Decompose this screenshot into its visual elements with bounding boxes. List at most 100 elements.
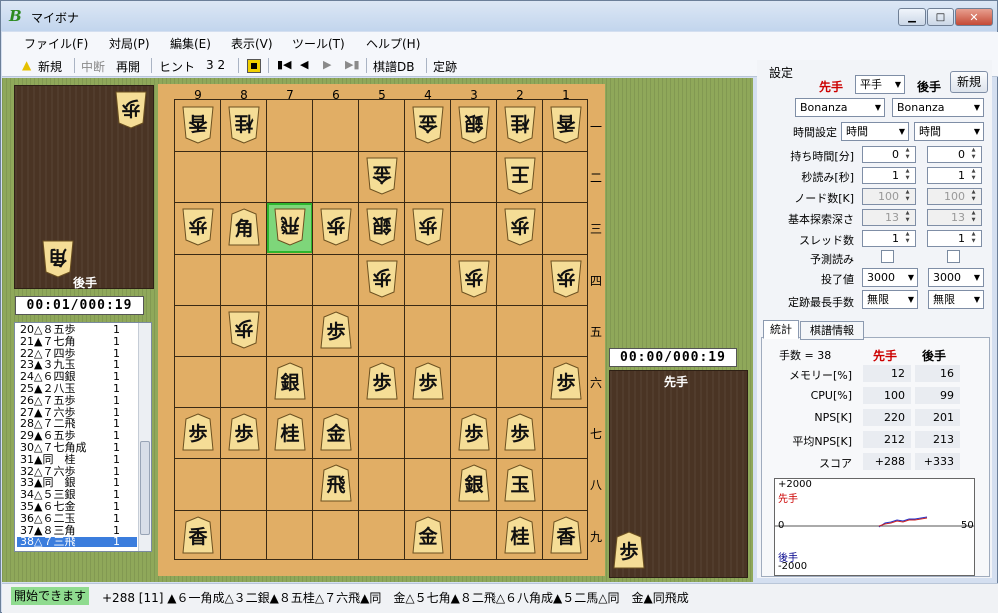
gote-piece[interactable]: 金 xyxy=(412,106,444,144)
kifu-scrollbar[interactable] xyxy=(138,323,151,551)
sente-piece[interactable]: 香 xyxy=(182,516,214,554)
setting-sente-spinner[interactable]: 13 xyxy=(862,209,916,226)
joseki-button[interactable]: 定跡 xyxy=(433,58,457,75)
menu-file[interactable]: ファイル(F) xyxy=(24,35,88,52)
sente-piece[interactable]: 歩 xyxy=(458,413,490,451)
sente-piece[interactable]: 歩 xyxy=(550,362,582,400)
setting-sente-spinner[interactable]: 1 xyxy=(862,167,916,184)
setting-sente-spinner[interactable]: 1 xyxy=(862,230,916,247)
kifu-row[interactable]: 24△６四銀 1 xyxy=(20,371,120,382)
setting-gote-spinner[interactable]: 0 xyxy=(927,146,982,163)
hand-piece[interactable]: 歩 xyxy=(115,91,147,129)
maximize-button[interactable]: □ xyxy=(927,8,954,26)
menu-edit[interactable]: 編集(E) xyxy=(170,35,211,52)
sente-piece[interactable]: 歩 xyxy=(412,362,444,400)
last-move-icon[interactable]: ▶▮ xyxy=(345,58,360,71)
kifu-row[interactable]: 33▲同 銀1 xyxy=(20,477,120,488)
yosoku-sente-checkbox[interactable] xyxy=(881,250,894,263)
kifu-db-button[interactable]: 棋譜DB xyxy=(373,58,414,75)
gote-piece[interactable]: 歩 xyxy=(504,208,536,246)
setting-sente-spinner[interactable]: 0 xyxy=(862,146,916,163)
menu-help[interactable]: ヘルプ(H) xyxy=(366,35,420,52)
kifu-row[interactable]: 37▲８三角 1 xyxy=(20,525,120,536)
gote-piece[interactable]: 桂 xyxy=(504,106,536,144)
gote-piece[interactable]: 香 xyxy=(550,106,582,144)
engine-gote-select[interactable]: Bonanza xyxy=(892,98,984,117)
sente-piece[interactable]: 桂 xyxy=(274,413,306,451)
first-move-icon[interactable]: ▮◀ xyxy=(277,58,292,71)
kifu-row[interactable]: 20△８五歩 1 xyxy=(20,324,120,335)
new-game-button[interactable]: 新規 xyxy=(38,58,62,75)
sente-piece[interactable]: 桂 xyxy=(504,516,536,554)
kifu-row[interactable]: 25▲２八玉 1 xyxy=(20,383,120,394)
tab-kifu-info[interactable]: 棋譜情報 xyxy=(800,321,864,340)
kifu-row[interactable]: 23▲３九玉 1 xyxy=(20,359,120,370)
sente-piece[interactable]: 銀 xyxy=(274,362,306,400)
gote-piece[interactable]: 歩 xyxy=(366,260,398,298)
kifu-row[interactable]: 34△５三銀 1 xyxy=(20,489,120,500)
gote-piece[interactable]: 歩 xyxy=(412,208,444,246)
tab-stats[interactable]: 統計 xyxy=(763,320,799,339)
sente-piece[interactable]: 銀 xyxy=(458,464,490,502)
hand-piece[interactable]: 歩 xyxy=(613,531,645,569)
resign-sente-select[interactable]: 3000 xyxy=(862,268,918,287)
prev-move-icon[interactable]: ◀ xyxy=(300,58,308,71)
setting-gote-spinner[interactable]: 1 xyxy=(927,167,982,184)
kifu-list[interactable]: 20△８五歩 1 21▲７七角 1 22△７四歩 1 23▲３九玉 1 24△６四銀 1 25▲２八… xyxy=(14,322,152,552)
interrupt-button[interactable]: 中断 xyxy=(81,58,105,75)
sente-piece[interactable]: 歩 xyxy=(182,413,214,451)
menu-view[interactable]: 表示(V) xyxy=(231,35,273,52)
setting-sente-spinner[interactable]: 100 xyxy=(862,188,916,205)
next-move-icon[interactable]: ▶ xyxy=(323,58,331,71)
kifu-row[interactable]: 22△７四歩 1 xyxy=(20,348,120,359)
sente-piece[interactable]: 金 xyxy=(320,413,352,451)
sente-piece[interactable]: 角 xyxy=(228,208,260,246)
handicap-select[interactable]: 平手 xyxy=(855,75,905,94)
menu-tools[interactable]: ツール(T) xyxy=(292,35,345,52)
new-settings-button[interactable]: 新規 xyxy=(950,71,988,93)
gote-piece[interactable]: 歩 xyxy=(320,208,352,246)
sente-piece[interactable]: 歩 xyxy=(504,413,536,451)
gote-piece[interactable]: 香 xyxy=(182,106,214,144)
gote-piece[interactable]: 歩 xyxy=(182,208,214,246)
gote-piece[interactable]: 銀 xyxy=(366,208,398,246)
kifu-row[interactable]: 26△７五歩 1 xyxy=(20,395,120,406)
gote-piece[interactable]: 飛 xyxy=(274,208,306,246)
setting-gote-spinner[interactable]: 100 xyxy=(927,188,982,205)
sente-piece[interactable]: 歩 xyxy=(366,362,398,400)
time-gote-select[interactable]: 時間 xyxy=(914,122,984,141)
setting-gote-spinner[interactable]: 13 xyxy=(927,209,982,226)
resign-gote-select[interactable]: 3000 xyxy=(928,268,984,287)
sente-piece[interactable]: 玉 xyxy=(504,464,536,502)
kifu-row[interactable]: 29▲６五歩 1 xyxy=(20,430,120,441)
kifu-row[interactable]: 21▲７七角 1 xyxy=(20,336,120,347)
time-sente-select[interactable]: 時間 xyxy=(841,122,909,141)
sente-piece[interactable]: 金 xyxy=(412,516,444,554)
kifu-row[interactable]: 27▲７六歩 1 xyxy=(20,407,120,418)
gote-piece[interactable]: 歩 xyxy=(458,260,490,298)
scroll-thumb[interactable] xyxy=(140,441,150,535)
gote-piece[interactable]: 金 xyxy=(366,157,398,195)
setting-gote-spinner[interactable]: 1 xyxy=(927,230,982,247)
gote-piece[interactable]: 歩 xyxy=(228,311,260,349)
joseki-sente-select[interactable]: 無限 xyxy=(862,290,918,309)
sente-piece[interactable]: 飛 xyxy=(320,464,352,502)
kifu-row[interactable]: 30△７七角成 1 xyxy=(20,442,120,453)
stop-button[interactable] xyxy=(247,59,261,73)
kifu-row[interactable]: 28△７二飛 1 xyxy=(20,418,120,429)
kifu-row[interactable]: 38△７三飛 1 xyxy=(17,536,137,548)
resume-button[interactable]: 再開 xyxy=(116,58,140,75)
joseki-gote-select[interactable]: 無限 xyxy=(928,290,984,309)
kifu-row[interactable]: 31▲同 桂1 xyxy=(20,454,120,465)
sente-piece[interactable]: 歩 xyxy=(320,311,352,349)
gote-piece[interactable]: 銀 xyxy=(458,106,490,144)
close-button[interactable]: ✕ xyxy=(955,8,993,26)
hand-piece[interactable]: 角 xyxy=(42,240,74,278)
sente-piece[interactable]: 香 xyxy=(550,516,582,554)
hint-button[interactable]: ヒント xyxy=(159,58,195,75)
sente-piece[interactable]: 歩 xyxy=(228,413,260,451)
gote-piece[interactable]: 桂 xyxy=(228,106,260,144)
yosoku-gote-checkbox[interactable] xyxy=(947,250,960,263)
kifu-row[interactable]: 36△６二玉 1 xyxy=(20,513,120,524)
gote-piece[interactable]: 王 xyxy=(504,157,536,195)
